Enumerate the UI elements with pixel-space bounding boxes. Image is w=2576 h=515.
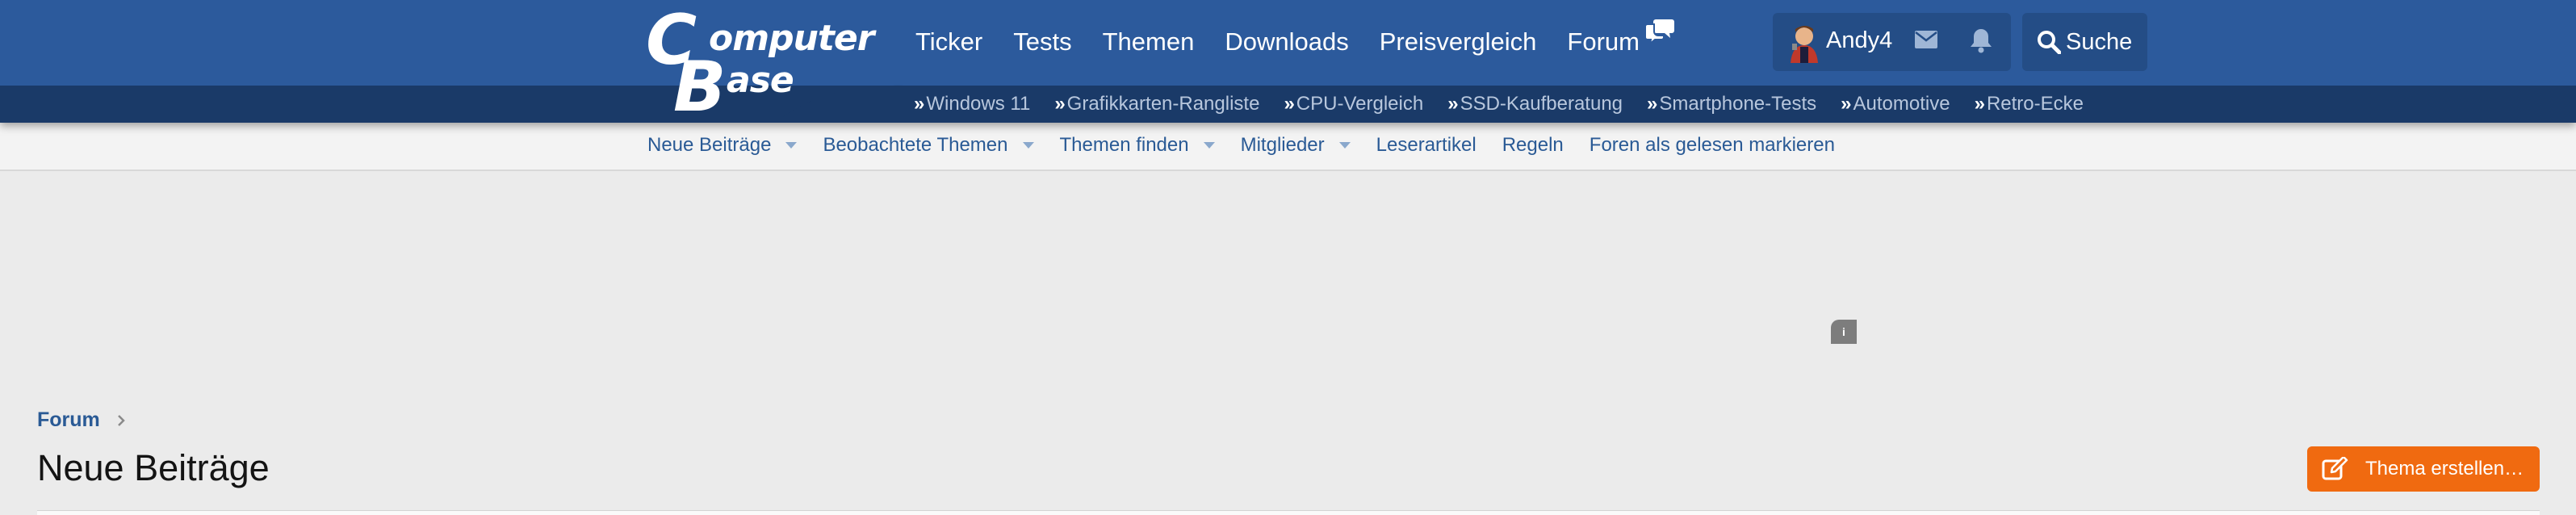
avatar <box>1791 26 1818 63</box>
nav-forum[interactable]: Forum <box>1567 19 1674 57</box>
caret-down-icon[interactable] <box>1338 142 1351 149</box>
topic-link-label: Retro-Ecke <box>1986 93 2084 115</box>
secnav-themen-finden[interactable]: Themen finden <box>1060 134 1215 157</box>
create-thread-label: Thema erstellen… <box>2365 458 2524 479</box>
double-chevron-icon: » <box>1647 93 1658 115</box>
topic-link-label: Windows 11 <box>926 93 1031 115</box>
site-header: C omputer B ase Ticker Tests Themen Down… <box>0 0 2576 128</box>
edit-icon <box>2322 457 2348 480</box>
site-logo[interactable]: C omputer B ase <box>646 0 880 128</box>
thread-list-container <box>37 510 2540 515</box>
secnav-label: Mitglieder <box>1240 134 1325 156</box>
forum-chat-icon <box>1644 19 1674 45</box>
double-chevron-icon: » <box>914 93 925 115</box>
double-chevron-icon: » <box>1974 93 1985 115</box>
logo-letter-b: B <box>673 47 727 128</box>
topic-link-grafikkarten[interactable]: »Grafikkarten-Rangliste <box>1054 93 1259 115</box>
secnav-regeln[interactable]: Regeln <box>1502 134 1564 157</box>
secnav-label: Neue Beiträge <box>647 134 772 156</box>
chevron-right-icon <box>117 414 125 426</box>
username: Andy4 <box>1826 27 1893 53</box>
secnav-label: Beobachtete Themen <box>823 134 1008 156</box>
breadcrumb: Forum <box>37 408 126 432</box>
user-menu[interactable]: Andy4 <box>1773 13 2011 71</box>
topic-link-automotive[interactable]: »Automotive <box>1841 93 1950 115</box>
topic-link-label: Smartphone-Tests <box>1659 93 1817 115</box>
nav-ticker[interactable]: Ticker <box>915 27 982 57</box>
topic-link-label: Grafikkarten-Rangliste <box>1066 93 1260 115</box>
secnav-beobachtete-themen[interactable]: Beobachtete Themen <box>823 134 1034 157</box>
nav-downloads[interactable]: Downloads <box>1225 27 1348 57</box>
topic-link-label: CPU-Vergleich <box>1296 93 1424 115</box>
bell-icon[interactable] <box>1970 27 1992 53</box>
nav-forum-label: Forum <box>1567 27 1640 56</box>
topic-link-retro-ecke[interactable]: »Retro-Ecke <box>1975 93 2084 115</box>
create-thread-button[interactable]: Thema erstellen… <box>2307 446 2540 492</box>
nav-tests[interactable]: Tests <box>1013 27 1071 57</box>
search-button[interactable]: Suche <box>2022 13 2147 71</box>
logo-text-ase: ase <box>727 60 794 101</box>
secnav-neue-beitraege[interactable]: Neue Beiträge <box>647 134 798 157</box>
secnav-mitglieder[interactable]: Mitglieder <box>1241 134 1351 157</box>
nav-themen[interactable]: Themen <box>1103 27 1195 57</box>
nav-preisvergleich[interactable]: Preisvergleich <box>1380 27 1537 57</box>
caret-down-icon[interactable] <box>785 142 798 149</box>
double-chevron-icon: » <box>1284 93 1295 115</box>
topic-link-ssd-kaufberatung[interactable]: »SSD-Kaufberatung <box>1447 93 1623 115</box>
double-chevron-icon: » <box>1447 93 1459 115</box>
caret-down-icon[interactable] <box>1022 142 1034 149</box>
breadcrumb-forum[interactable]: Forum <box>37 408 100 432</box>
double-chevron-icon: » <box>1841 93 1852 115</box>
topic-link-label: SSD-Kaufberatung <box>1460 93 1623 115</box>
topic-link-smartphone-tests[interactable]: »Smartphone-Tests <box>1647 93 1816 115</box>
search-label: Suche <box>2066 29 2133 55</box>
forum-secondary-nav: Neue Beiträge Beobachtete Themen Themen … <box>0 123 2576 171</box>
topic-link-label: Automotive <box>1853 93 1950 115</box>
logo-text-omputer: omputer <box>709 18 874 59</box>
secnav-label: Themen finden <box>1059 134 1189 156</box>
main-nav: Ticker Tests Themen Downloads Preisvergl… <box>915 19 1674 60</box>
topic-links: »Windows 11 »Grafikkarten-Rangliste »CPU… <box>914 90 2108 118</box>
secnav-leserartikel[interactable]: Leserartikel <box>1376 134 1476 157</box>
topic-link-cpu-vergleich[interactable]: »CPU-Vergleich <box>1284 93 1423 115</box>
caret-down-icon[interactable] <box>1203 142 1215 149</box>
topic-link-windows-11[interactable]: »Windows 11 <box>914 93 1030 115</box>
double-chevron-icon: » <box>1054 93 1066 115</box>
page-title: Neue Beiträge <box>37 447 270 488</box>
mail-icon[interactable] <box>1915 31 1937 48</box>
ad-info-icon[interactable]: i <box>1831 320 1857 344</box>
search-icon <box>2038 31 2061 54</box>
secnav-mark-read[interactable]: Foren als gelesen markieren <box>1590 134 1835 157</box>
